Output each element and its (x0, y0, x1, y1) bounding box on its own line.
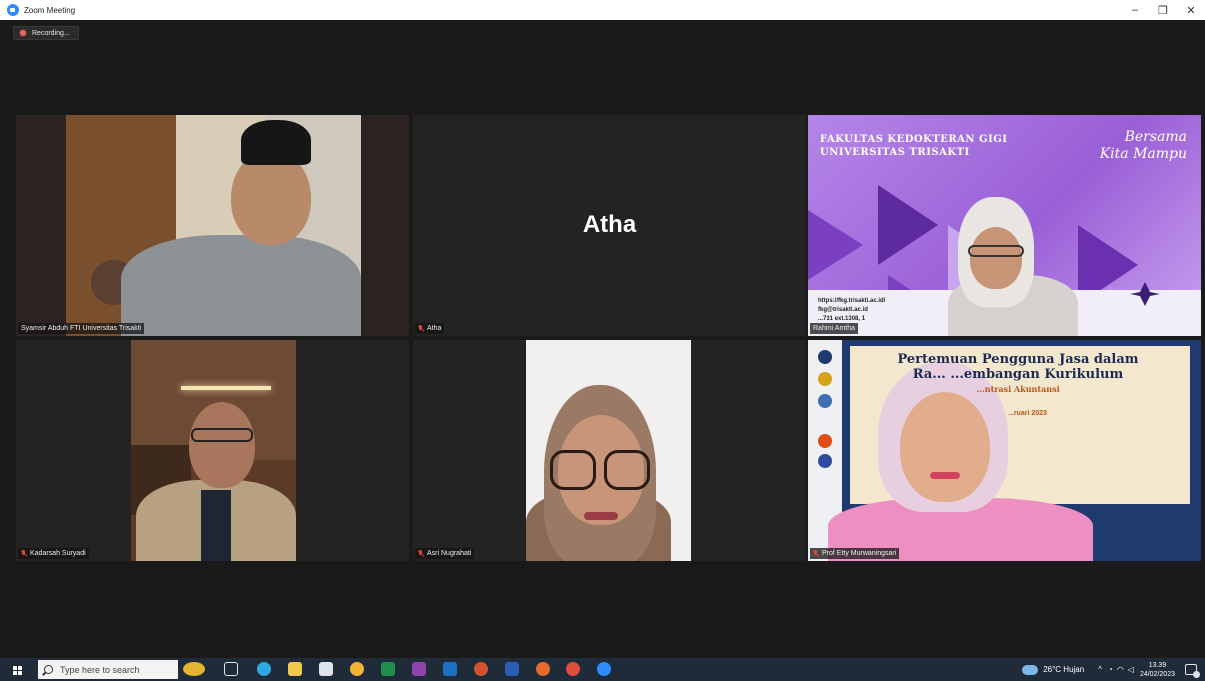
participant-name-tag: Prof Etty Murwaningsari (810, 548, 900, 559)
weather-widget-icon[interactable] (183, 662, 205, 676)
participant-name: Atha (427, 325, 442, 332)
participant-name: Prof Etty Murwaningsari (822, 550, 897, 557)
zoom-app-icon (7, 4, 19, 16)
slide-fkg-motto-line2: Kita Mampu (1099, 146, 1187, 162)
recording-dot-icon (20, 30, 26, 36)
taskbar-clock[interactable]: 13.39 24/02/2023 (1140, 661, 1175, 679)
minimize-button[interactable]: – (1121, 0, 1149, 20)
window-titlebar: Zoom Meeting – ❐ ✕ (0, 0, 1205, 20)
windows-logo-icon-part (18, 670, 22, 675)
recording-indicator[interactable]: Recording... (13, 26, 79, 40)
participant-name: Syamsir Abduh FTI Universitas Trisakti (21, 325, 142, 332)
slide-fkg-title-line2: UNIVERSITAS TRISAKTI (820, 147, 970, 158)
search-icon (44, 665, 53, 674)
video-tile-kadarsah[interactable]: Kadarsah Suryadi (16, 340, 409, 561)
zoom-taskbar-icon[interactable] (597, 662, 611, 676)
windows-logo-icon-part (13, 670, 17, 675)
slide-meeting-title: Pertemuan Pengguna Jasa dalam Ra... ...e… (868, 352, 1168, 382)
mic-muted-icon (418, 549, 424, 558)
participant-name: Asri Nugrahati (427, 550, 472, 557)
task-view-icon[interactable] (224, 662, 238, 676)
participant-name-tag: Asri Nugrahati (415, 548, 475, 559)
windows-logo-icon-part (18, 665, 22, 670)
slide-fkg-title-line1: FAKULTAS KEDOKTERAN GIGI (820, 134, 1008, 145)
system-tray: 26°C Hujan ^ ◔ ◠ ◁ 13.39 24/02/2023 (1022, 658, 1205, 681)
maximize-button[interactable]: ❐ (1149, 0, 1177, 20)
trisakti-logo-icon (1128, 280, 1162, 308)
mic-muted-icon (21, 549, 27, 558)
slide-meeting-title-line1: Pertemuan Pengguna Jasa dalam (897, 352, 1139, 367)
meeting-view: Recording... Syamsir Abduh FTI Universit… (6, 20, 1205, 658)
slide-meeting-title-line2: Ra... ...embangan Kurikulum (912, 367, 1124, 382)
edge-browser-icon[interactable] (257, 662, 271, 676)
chrome-icon[interactable] (350, 662, 364, 676)
video-tile-etty[interactable]: Pertemuan Pengguna Jasa dalam Ra... ...e… (808, 340, 1201, 561)
excel-icon[interactable] (381, 662, 395, 676)
slide-fkg-contact: https://fkg.trisakti.ac.id/ fkg@trisakti… (818, 297, 885, 324)
participant-name-tag: Rahmi Amtha (810, 323, 859, 334)
slide-fkg-motto: Bersama Kita Mampu (1100, 129, 1187, 163)
start-button[interactable] (11, 660, 31, 680)
file-explorer-icon[interactable] (288, 662, 302, 676)
slide-fkg-email: fkg@trisakti.ac.id (818, 307, 868, 313)
wifi-icon[interactable]: ◠ (1117, 665, 1124, 674)
onenote-icon[interactable] (412, 662, 426, 676)
weather-text[interactable]: 26°C Hujan (1043, 665, 1084, 674)
chrome-canary-icon[interactable] (566, 662, 580, 676)
weather-cloud-icon[interactable] (1022, 664, 1039, 675)
slide-fkg-title: FAKULTAS KEDOKTERAN GIGI UNIVERSITAS TRI… (820, 133, 1007, 159)
outlook-icon[interactable] (443, 662, 457, 676)
video-tile-syamsir[interactable]: Syamsir Abduh FTI Universitas Trisakti (16, 115, 409, 336)
participant-name-tag: Atha (415, 323, 445, 334)
notification-center-icon[interactable] (1185, 664, 1200, 678)
participant-name: Rahmi Amtha (813, 325, 856, 332)
slide-fkg-motto-line1: Bersama (1124, 129, 1187, 145)
slide-meeting-subtitle: ...ntrasi Akuntansi (976, 384, 1060, 394)
participant-name: Kadarsah Suryadi (30, 550, 86, 557)
video-feed (131, 340, 296, 561)
mic-muted-icon (418, 324, 424, 333)
network-icon[interactable]: ◔ (1108, 665, 1113, 674)
show-hidden-icons-icon[interactable]: ^ (1098, 665, 1102, 674)
powerpoint-icon[interactable] (474, 662, 488, 676)
taskbar-search-input[interactable] (60, 664, 170, 675)
slide-meeting-date: ...ruari 2023 (1008, 410, 1047, 417)
volume-icon[interactable]: ◁ (1128, 665, 1134, 674)
windows-logo-icon (13, 665, 17, 670)
word-icon[interactable] (505, 662, 519, 676)
slide-fkg-web: https://fkg.trisakti.ac.id/ (818, 298, 886, 304)
store-icon[interactable] (319, 662, 333, 676)
window-controls: – ❐ ✕ (1121, 0, 1205, 20)
video-tile-asri[interactable]: Asri Nugrahati (413, 340, 806, 561)
taskbar-search[interactable] (38, 660, 178, 679)
firefox-icon[interactable] (536, 662, 550, 676)
recording-label: Recording... (32, 29, 70, 37)
video-tile-rahmi[interactable]: FAKULTAS KEDOKTERAN GIGI UNIVERSITAS TRI… (808, 115, 1201, 336)
participant-name-tag: Syamsir Abduh FTI Universitas Trisakti (18, 323, 145, 334)
clock-date: 24/02/2023 (1139, 670, 1175, 678)
video-tile-atha[interactable]: Atha Atha (413, 115, 806, 336)
participant-display-name: Atha (582, 211, 637, 238)
mic-muted-icon (813, 549, 819, 558)
close-button[interactable]: ✕ (1177, 0, 1205, 20)
video-feed (16, 115, 409, 336)
video-feed (526, 340, 691, 561)
participant-name-tag: Kadarsah Suryadi (18, 548, 89, 559)
window-title: Zoom Meeting (24, 5, 76, 15)
clock-time: 13.39 (1148, 661, 1167, 669)
windows-taskbar: 26°C Hujan ^ ◔ ◠ ◁ 13.39 24/02/2023 (0, 658, 1205, 681)
